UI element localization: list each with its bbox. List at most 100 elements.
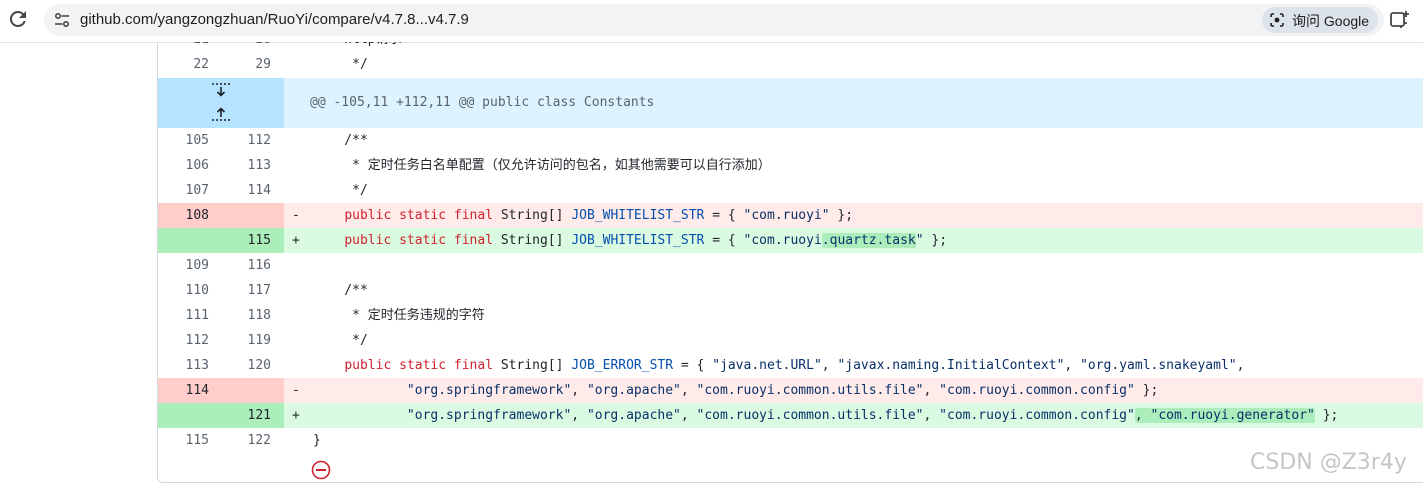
new-line-number[interactable]: 119 bbox=[221, 328, 271, 353]
new-line-number[interactable]: 114 bbox=[221, 178, 271, 203]
code-token: JOB_ERROR_STR bbox=[571, 358, 674, 373]
code-token: }; bbox=[1314, 408, 1339, 423]
old-line-number[interactable]: 109 bbox=[158, 253, 209, 278]
code-token: , bbox=[1064, 358, 1081, 373]
new-line-number[interactable]: 121 bbox=[221, 403, 271, 428]
new-line-number[interactable] bbox=[221, 378, 271, 403]
browser-toolbar: github.com/yangzongzhuan/RuoYi/compare/v… bbox=[0, 0, 1423, 43]
code-token: " bbox=[915, 233, 924, 248]
collapse-icon[interactable] bbox=[311, 460, 331, 480]
context-line: 113 120 public static final String[] JOB_… bbox=[158, 353, 1423, 378]
code-token: */ bbox=[313, 333, 368, 348]
code-text: "org.springframework", "org.apache", "co… bbox=[313, 403, 1338, 428]
expand-down-icon[interactable] bbox=[211, 82, 231, 100]
code-token: .quartz.task bbox=[821, 233, 916, 248]
code-token: , bbox=[923, 408, 940, 423]
hunk-header-text: @@ -105,11 +112,11 @@ public class Const… bbox=[310, 95, 655, 110]
code-token: /** bbox=[313, 283, 368, 298]
code-token: * 定时任务白名单配置（仅允许访问的包名，如其他需要可以自行添加） bbox=[313, 158, 771, 173]
code-token: */ bbox=[313, 57, 368, 72]
diff-file-body: 21 28 * http请求 @@ -105,11 +112,11 @@ pub… bbox=[157, 42, 1423, 483]
code-token: "com.ruoyi" bbox=[743, 208, 830, 223]
code-token: , bbox=[1134, 408, 1151, 423]
code-token: , bbox=[923, 383, 940, 398]
added-line: 121 + "org.springframework", "org.apache"… bbox=[158, 403, 1423, 428]
code-token: public static final bbox=[344, 208, 494, 223]
code-token: String[] bbox=[493, 358, 572, 373]
context-line: 106 113 * 定时任务白名单配置（仅允许访问的包名，如其他需要可以自行添加） bbox=[158, 153, 1423, 178]
hunk-header: @@ -105,11 +112,11 @@ public class Const… bbox=[158, 78, 1423, 128]
url-text[interactable]: github.com/yangzongzhuan/RuoYi/compare/v… bbox=[80, 11, 469, 28]
code-token: } bbox=[313, 433, 321, 448]
code-token: /** bbox=[313, 133, 368, 148]
new-line-number[interactable]: 29 bbox=[221, 52, 271, 77]
old-line-number[interactable]: 21 bbox=[158, 42, 209, 52]
new-line-number[interactable]: 120 bbox=[221, 353, 271, 378]
context-line: 112 119 */ bbox=[158, 328, 1423, 353]
new-line-number[interactable] bbox=[221, 203, 271, 228]
context-line: 105 112 /** bbox=[158, 128, 1423, 153]
code-token: , bbox=[571, 408, 587, 423]
code-token: String[] bbox=[493, 233, 572, 248]
watermark: CSDN @Z3r4y bbox=[1250, 450, 1407, 475]
tab-action-icon[interactable] bbox=[1388, 9, 1410, 31]
code-token: }; bbox=[1134, 383, 1159, 398]
code-token: */ bbox=[313, 183, 368, 198]
code-text: "org.springframework", "org.apache", "co… bbox=[313, 378, 1158, 403]
code-text: * http请求 bbox=[313, 42, 402, 52]
old-line-number[interactable]: 107 bbox=[158, 178, 209, 203]
address-bar[interactable]: github.com/yangzongzhuan/RuoYi/compare/v… bbox=[44, 4, 1384, 36]
new-line-number[interactable]: 118 bbox=[221, 303, 271, 328]
new-line-number[interactable]: 115 bbox=[221, 228, 271, 253]
code-token: }; bbox=[829, 208, 854, 223]
code-text: public static final String[] JOB_ERROR_S… bbox=[313, 353, 1244, 378]
old-line-number[interactable] bbox=[158, 403, 209, 428]
code-text: * 定时任务违规的字符 bbox=[313, 303, 485, 328]
old-line-number[interactable]: 106 bbox=[158, 153, 209, 178]
ask-google-button[interactable]: 询问 Google bbox=[1262, 7, 1378, 33]
code-token: String[] bbox=[493, 208, 572, 223]
old-line-number[interactable]: 115 bbox=[158, 428, 209, 453]
new-line-number[interactable]: 113 bbox=[221, 153, 271, 178]
hunk-expander[interactable] bbox=[158, 78, 284, 128]
code-token: JOB_WHITELIST_STR bbox=[571, 208, 705, 223]
new-line-number[interactable]: 112 bbox=[221, 128, 271, 153]
code-token: "org.springframework" bbox=[406, 408, 572, 423]
old-line-number[interactable] bbox=[158, 228, 209, 253]
diff-line-partial: 21 28 * http请求 bbox=[158, 42, 1423, 52]
code-token: "java.net.URL" bbox=[712, 358, 822, 373]
old-line-number[interactable]: 113 bbox=[158, 353, 209, 378]
code-token: , bbox=[680, 383, 697, 398]
code-text: public static final String[] JOB_WHITELI… bbox=[313, 228, 947, 253]
deleted-line: 114 - "org.springframework", "org.apache"… bbox=[158, 378, 1423, 403]
old-line-number[interactable]: 108 bbox=[158, 203, 209, 228]
old-line-number[interactable]: 110 bbox=[158, 278, 209, 303]
site-info-icon[interactable] bbox=[53, 11, 71, 29]
context-line: 115 122} bbox=[158, 428, 1423, 453]
code-text: /** bbox=[313, 278, 368, 303]
new-line-number[interactable]: 28 bbox=[221, 42, 271, 52]
new-line-number[interactable]: 117 bbox=[221, 278, 271, 303]
code-token: "com.ruoyi.common.config" bbox=[939, 383, 1135, 398]
old-line-number[interactable]: 22 bbox=[158, 52, 209, 77]
new-line-number[interactable]: 122 bbox=[221, 428, 271, 453]
reload-icon[interactable] bbox=[6, 7, 30, 31]
code-token: , bbox=[821, 358, 838, 373]
old-line-number[interactable]: 114 bbox=[158, 378, 209, 403]
old-line-number[interactable]: 105 bbox=[158, 128, 209, 153]
context-line: 109 116 bbox=[158, 253, 1423, 278]
code-token: public static final bbox=[344, 233, 494, 248]
ask-google-label: 询问 Google bbox=[1292, 13, 1370, 29]
code-token: "com.ruoyi bbox=[743, 233, 822, 248]
new-line-number[interactable]: 116 bbox=[221, 253, 271, 278]
old-line-number[interactable]: 112 bbox=[158, 328, 209, 353]
old-line-number[interactable]: 111 bbox=[158, 303, 209, 328]
code-text: } bbox=[313, 428, 321, 453]
code-token: = { bbox=[704, 233, 744, 248]
code-token: "com.ruoyi.generator" bbox=[1150, 408, 1315, 423]
expand-up-icon[interactable] bbox=[211, 104, 231, 122]
code-token: "org.yaml.snakeyaml" bbox=[1080, 358, 1237, 373]
